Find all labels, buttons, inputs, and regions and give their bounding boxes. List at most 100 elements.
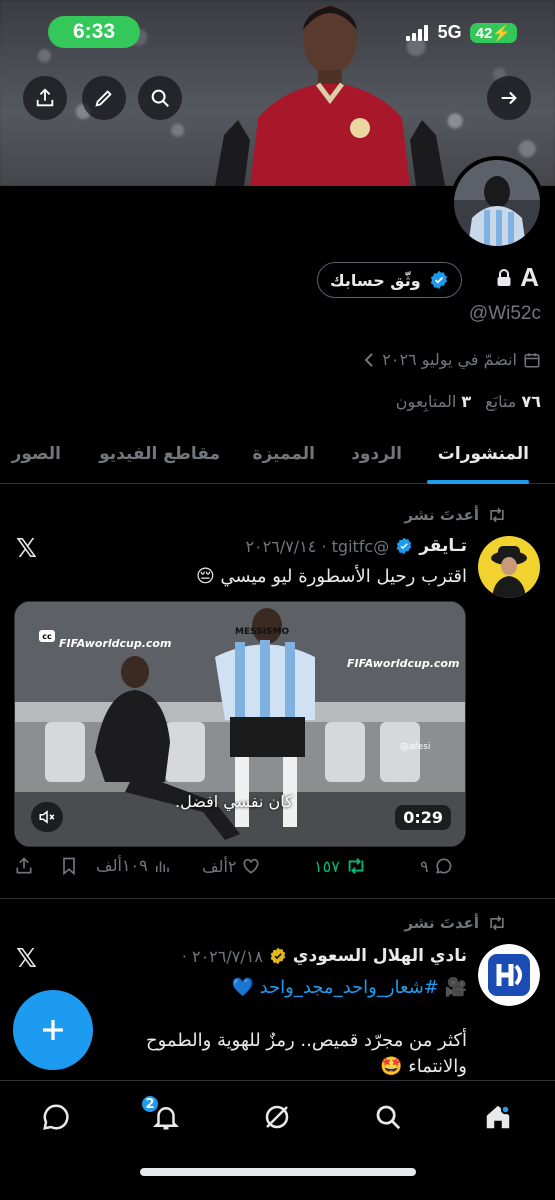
- x-logo-icon: 𝕏: [16, 944, 37, 974]
- tab-videos[interactable]: مقاطع الفيديو: [99, 444, 220, 464]
- tweet-text: اقترب رحيل الأسطورة ليو ميسي 😔: [195, 566, 467, 587]
- repost-label: أعدتَ نشر: [404, 506, 479, 524]
- share-button[interactable]: [23, 76, 67, 120]
- views-count: ١٠٩ألف: [96, 856, 148, 875]
- status-indicators: 5G 42⚡: [405, 22, 517, 43]
- like-count: ٢ألف: [202, 856, 237, 876]
- repost-count: ١٥٧: [314, 856, 340, 876]
- tweet-meta: @tgitfc · ٢٠٢٦/٧/١٤: [245, 536, 390, 556]
- video-credit: @afesi: [400, 742, 431, 752]
- video-watermark-right: FIFAworldcup.com: [347, 657, 460, 670]
- gold-verified-badge-icon: [270, 947, 286, 965]
- repost-icon: [490, 507, 504, 523]
- forward-button[interactable]: [487, 76, 531, 120]
- calendar-icon: [524, 352, 540, 367]
- verify-label: وثّق حسابك: [330, 270, 421, 290]
- cc-badge: cc: [39, 630, 55, 642]
- share-icon: [36, 88, 54, 107]
- tweet-divider: [0, 898, 555, 899]
- al-hilal-logo-icon: [478, 944, 540, 1006]
- x-logo-icon: 𝕏: [16, 534, 37, 564]
- tweet-hashtag[interactable]: 🎥 #شعار_واحد_مجد_واحد 💙: [231, 977, 467, 998]
- tweet-text: أكثر من مجرّد قميص.. رمزٌ للهوية والطموح: [146, 1030, 467, 1051]
- edit-button[interactable]: [82, 76, 126, 120]
- tweet-meta: ٢٠٢٦/٧/١٨ ·: [181, 946, 263, 966]
- repost-label: أعدتَ نشر: [404, 914, 479, 932]
- joined-date: انضمّ في يوليو ٢٠٢٦: [362, 350, 541, 369]
- repost-indicator: أعدتَ نشر: [404, 914, 507, 932]
- signal-icon: [405, 24, 428, 41]
- tweet-header: تـايقر @tgitfc · ٢٠٢٦/٧/١٤: [245, 536, 467, 556]
- profile-banner[interactable]: 6:33 5G 42⚡: [0, 0, 555, 186]
- chevron-left-icon[interactable]: [362, 352, 376, 368]
- repost-icon: [348, 858, 364, 874]
- tweet-text-line2: والانتماء 🤩: [380, 1056, 467, 1077]
- reply-icon: [435, 858, 451, 874]
- tweet-avatar[interactable]: [478, 944, 540, 1006]
- tab-replies[interactable]: الردود: [351, 444, 402, 464]
- bottom-navigation: 2: [0, 1080, 555, 1200]
- avatar-image: [478, 536, 540, 598]
- nav-search[interactable]: [368, 1097, 408, 1137]
- video-caption: كان نفسي افضل.: [175, 792, 293, 811]
- notification-badge: 2: [140, 1094, 160, 1114]
- views-button[interactable]: ١٠٩ألف: [96, 856, 171, 875]
- following-label: متابَع: [485, 392, 517, 411]
- share-tweet-button[interactable]: [14, 856, 34, 876]
- volume-muted-icon: [39, 810, 55, 824]
- shirt-text: MESSISMO: [235, 627, 290, 637]
- profile-name-row: A: [496, 262, 539, 293]
- bookmark-button[interactable]: [60, 856, 78, 876]
- network-type: 5G: [437, 22, 462, 42]
- like-button[interactable]: ٢ألف: [202, 856, 261, 876]
- chat-bubble-icon: [43, 1104, 69, 1130]
- nav-grok[interactable]: [257, 1097, 297, 1137]
- compose-button[interactable]: [13, 990, 93, 1070]
- follow-stats: ٧٦ متابَع ٣ المتابِعون: [396, 392, 541, 411]
- tweet-header: نادي الهلال السعودي ٢٠٢٦/٧/١٨ ·: [182, 946, 467, 966]
- home-icon: [486, 1104, 511, 1129]
- video-duration: 0:29: [395, 805, 451, 830]
- following-link[interactable]: ٧٦ متابَع: [485, 392, 541, 411]
- share-icon: [16, 857, 32, 874]
- verified-badge-icon: [396, 537, 412, 555]
- mute-button[interactable]: [31, 802, 63, 832]
- active-tab-indicator: [427, 480, 529, 484]
- repost-button[interactable]: ١٥٧: [314, 856, 367, 876]
- repost-indicator: أعدتَ نشر: [404, 506, 507, 524]
- tweet-author-name[interactable]: نادي الهلال السعودي: [293, 946, 467, 966]
- profile-handle: @Wi52c: [468, 303, 541, 324]
- verify-account-button[interactable]: وثّق حسابك: [317, 262, 462, 298]
- views-icon: [155, 861, 169, 872]
- grok-icon: [265, 1105, 289, 1129]
- tweet-author-name[interactable]: تـايقر: [419, 536, 467, 556]
- search-icon: [151, 89, 169, 107]
- bookmark-icon: [63, 857, 75, 876]
- followers-count: ٣: [461, 392, 472, 411]
- nav-messages[interactable]: [36, 1097, 76, 1137]
- status-time: 6:33: [48, 16, 140, 48]
- search-icon: [376, 1105, 401, 1130]
- nav-home[interactable]: [478, 1097, 518, 1137]
- edit-icon: [95, 90, 112, 107]
- home-indicator[interactable]: [140, 1168, 416, 1176]
- plus-icon: [43, 1020, 63, 1040]
- battery-indicator: 42⚡: [469, 22, 517, 43]
- following-count: ٧٦: [521, 392, 541, 411]
- lock-icon: [497, 268, 511, 286]
- profile-tabs: المنشورات الردود المميزة مقاطع الفيديو ا…: [0, 432, 555, 484]
- tweet-avatar[interactable]: [478, 536, 540, 598]
- tab-highlights[interactable]: المميزة: [252, 444, 315, 464]
- forward-arrow-icon: [501, 91, 517, 105]
- search-button[interactable]: [138, 76, 182, 120]
- repost-icon: [490, 915, 504, 931]
- video-watermark: FIFAworldcup.com: [59, 637, 172, 650]
- avatar-image: [454, 160, 540, 246]
- tweet-video[interactable]: cc FIFAworldcup.com FIFAworldcup.com MES…: [14, 601, 466, 847]
- reply-button[interactable]: ٩: [420, 856, 454, 876]
- profile-name: A: [520, 262, 539, 292]
- tab-media[interactable]: الصور: [12, 444, 61, 464]
- followers-link[interactable]: ٣ المتابِعون: [396, 392, 471, 411]
- profile-avatar[interactable]: [450, 156, 544, 250]
- tab-posts[interactable]: المنشورات: [438, 444, 529, 464]
